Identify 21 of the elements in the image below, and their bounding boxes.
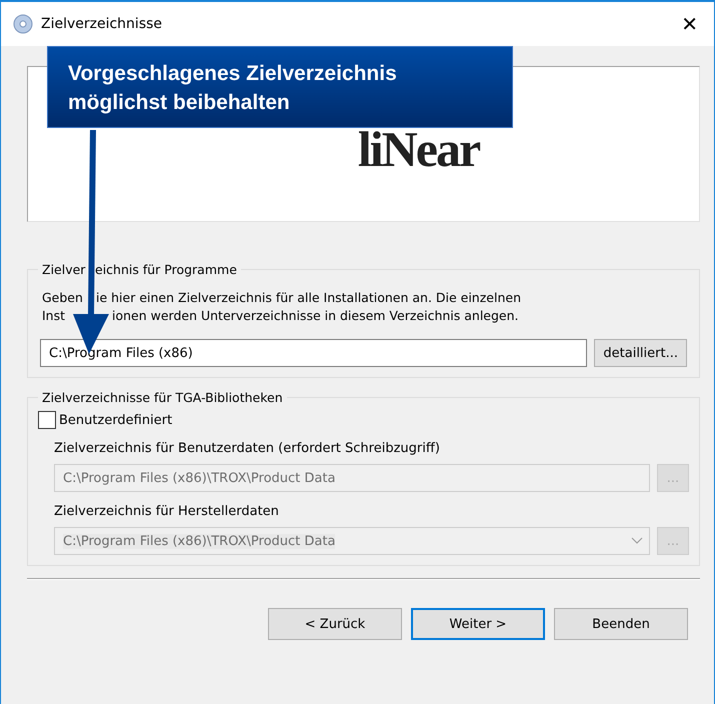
group-title: Zielverzeichnisse für TGA-Bibliotheken xyxy=(41,390,284,405)
details-button[interactable]: detailliert... xyxy=(594,339,687,367)
window-title: Zielverzeichnisse xyxy=(41,16,164,32)
checkbox[interactable] xyxy=(38,411,56,429)
disc-icon xyxy=(13,14,33,34)
callout-box: Vorgeschlagenes Zielverzeichnis möglichst beibehalten xyxy=(47,46,513,128)
group-title: Zielver xyxy=(42,262,86,277)
field-label: Zielverzeichnis für Benutzerdaten (erfordert Schreibzugriff) xyxy=(54,441,441,456)
nav-button[interactable]: Weiter > xyxy=(411,608,545,640)
description-text: ionen werden Unterverzeichnisse in diesem Verzeichnis anlegen. xyxy=(112,307,519,325)
field-label: Zielverzeichnis für Herstellerdaten xyxy=(54,504,280,519)
chevron-down-icon xyxy=(631,537,643,545)
nav-button[interactable]: < Zurück xyxy=(268,608,402,640)
description-text: Geben xyxy=(42,289,84,307)
path-field[interactable]: C:\Program Files (x86) xyxy=(40,339,588,367)
description-text: Inst xyxy=(42,307,66,325)
close-button[interactable]: ✕ xyxy=(675,12,704,36)
nav-button[interactable]: Beenden xyxy=(554,608,688,640)
description-text: ie hier einen Zielverzeichnis für alle Installationen an. Die einzelnen xyxy=(96,289,521,307)
checkbox-label: Benutzerdefiniert xyxy=(59,412,172,428)
group-title: eichnis für Programme xyxy=(95,262,237,277)
